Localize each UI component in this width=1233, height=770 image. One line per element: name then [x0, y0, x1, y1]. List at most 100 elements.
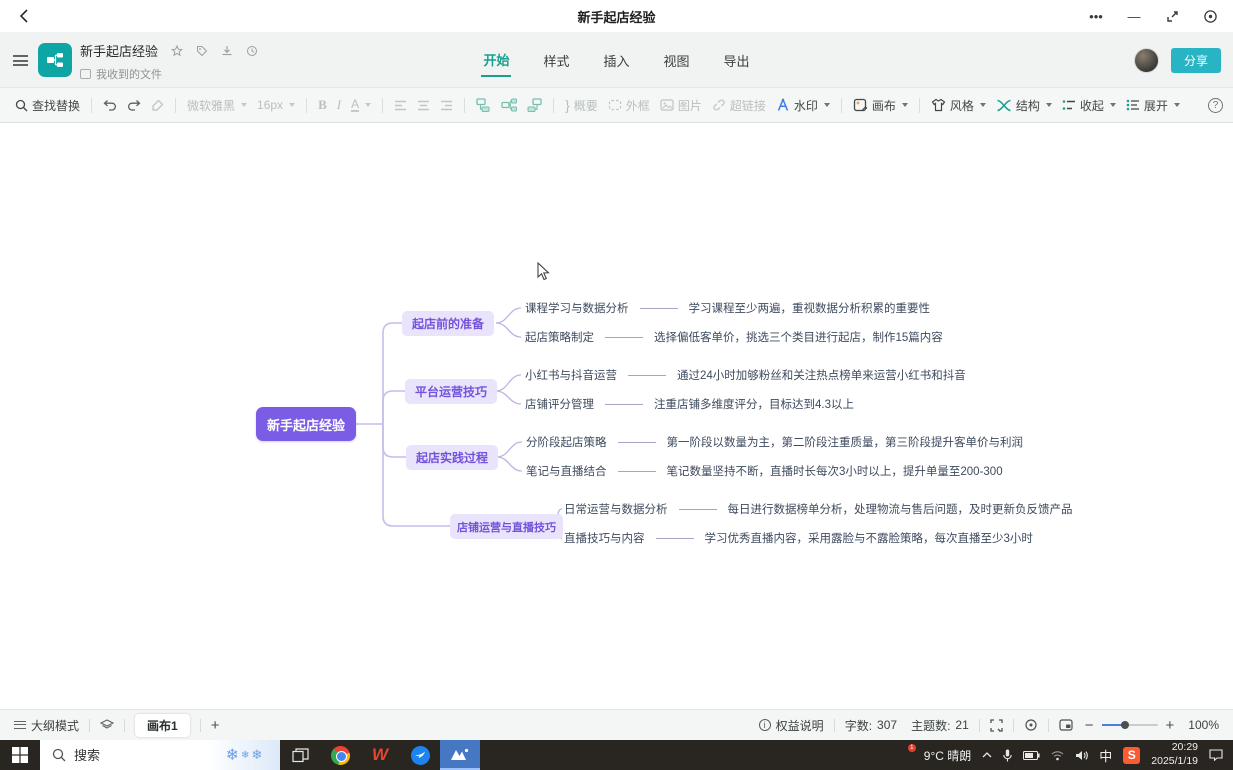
leaf-node[interactable]: 店铺评分管理 注重店铺多维度评分，目标达到4.3以上	[525, 396, 854, 412]
target-mode-icon[interactable]	[1201, 7, 1219, 25]
redo-button[interactable]	[122, 99, 146, 111]
image-button[interactable]: 图片	[655, 97, 707, 114]
tab-view[interactable]: 视图	[662, 45, 692, 76]
hyperlink-button[interactable]: 超链接	[707, 97, 771, 114]
locate-center-button[interactable]	[1024, 718, 1038, 732]
zoom-slider-knob[interactable]	[1121, 721, 1129, 729]
leaf-node[interactable]: 笔记与直播结合 笔记数量坚持不断，直播时长每次3小时以上，提升单量至200-30…	[526, 463, 1003, 479]
canvas-button[interactable]: 画布	[848, 97, 913, 114]
tab-style[interactable]: 样式	[541, 45, 571, 76]
layers-button[interactable]	[100, 719, 114, 731]
find-replace-button[interactable]: 查找替换	[10, 97, 85, 114]
rights-info-button[interactable]: i 权益说明	[759, 717, 824, 734]
format-painter-button[interactable]	[146, 99, 169, 112]
zoom-out-button[interactable]: −	[1085, 718, 1094, 733]
task-view-button[interactable]	[280, 740, 320, 770]
action-center-icon[interactable]	[1209, 749, 1223, 761]
chrome-app-button[interactable]	[320, 740, 360, 770]
leaf-node[interactable]: 课程学习与数据分析 学习课程至少两遍，重视数据分析积累的重要性	[525, 300, 930, 316]
structure-button[interactable]: 结构	[991, 97, 1057, 114]
insert-sibling-topic-button[interactable]	[471, 98, 496, 112]
outline-mode-button[interactable]: 大纲模式	[14, 717, 79, 734]
summary-button[interactable]: }概要	[560, 97, 603, 114]
tray-expand-chevron-icon[interactable]	[982, 752, 992, 758]
search-input[interactable]	[74, 748, 184, 763]
user-avatar[interactable]	[1134, 48, 1159, 73]
network-icon[interactable]	[1051, 750, 1064, 761]
fullscreen-button[interactable]	[990, 719, 1003, 732]
connector-line	[640, 308, 678, 309]
start-button[interactable]	[0, 740, 40, 770]
leaf-node[interactable]: 分阶段起店策略 第一阶段以数量为主，第二阶段注重质量，第三阶段提升客单价与利润	[526, 434, 1023, 450]
branch-node-practice[interactable]: 起店实践过程	[406, 445, 498, 470]
minimap-button[interactable]	[1059, 719, 1073, 731]
float-window-icon[interactable]	[1163, 7, 1181, 25]
chevron-down-icon	[365, 103, 371, 107]
leaf-node[interactable]: 起店策略制定 选择偏低客单价，挑选三个类目进行起店，制作15篇内容	[525, 329, 943, 345]
search-highlight-snowflakes: ❄❄❄	[208, 740, 280, 770]
weather-widget[interactable]: 1	[896, 747, 913, 764]
titlebar: 新手起店经验 ••• —	[0, 0, 1233, 32]
back-button[interactable]	[14, 6, 34, 26]
connector-line	[679, 509, 717, 510]
add-canvas-button[interactable]: +	[211, 718, 220, 733]
insert-child-icon	[501, 98, 517, 112]
watermark-button[interactable]: 水印	[771, 97, 835, 114]
branch-node-preparation[interactable]: 起店前的准备	[402, 311, 494, 336]
insert-child-topic-button[interactable]	[496, 98, 522, 112]
font-color-button[interactable]: A	[346, 98, 376, 113]
leaf-node[interactable]: 日常运营与数据分析 每日进行数据榜单分析，处理物流与售后问题，及时更新负反馈产品	[564, 501, 1073, 517]
connector-line	[618, 471, 656, 472]
canvas-tab-1[interactable]: 画布1	[135, 714, 190, 737]
speaker-icon[interactable]	[1075, 750, 1088, 761]
tab-export[interactable]: 导出	[722, 45, 752, 76]
collapse-button[interactable]: 收起	[1057, 97, 1121, 114]
ime-indicator[interactable]: 中	[1099, 746, 1112, 765]
leaf-node[interactable]: 直播技巧与内容 学习优秀直播内容，采用露脸与不露脸策略，每次直播至少3小时	[564, 530, 1033, 546]
wps-app-button[interactable]: W	[360, 740, 400, 770]
zoom-slider[interactable]	[1102, 724, 1158, 726]
canvas-icon	[853, 98, 868, 112]
watermark-icon	[776, 98, 790, 112]
branch-node-platform-ops[interactable]: 平台运营技巧	[405, 379, 497, 404]
align-center-button[interactable]	[412, 100, 435, 111]
statusbar: 大纲模式 画布1 + i 权益说明 字数:307 主题数:21	[0, 709, 1233, 740]
more-options-icon[interactable]: •••	[1087, 7, 1105, 25]
taskbar-search[interactable]: ❄❄❄	[40, 740, 280, 770]
undo-button[interactable]	[98, 99, 122, 111]
microphone-icon[interactable]	[1003, 749, 1012, 762]
boundary-button[interactable]: 外框	[603, 97, 655, 114]
fullscreen-icon	[990, 719, 1003, 732]
battery-icon[interactable]	[1023, 751, 1040, 760]
mindmap-app-button[interactable]	[440, 740, 480, 770]
italic-button[interactable]: I	[332, 97, 346, 113]
expand-button[interactable]: 展开	[1121, 97, 1185, 114]
leaf-node[interactable]: 小红书与抖音运营 通过24小时加够粉丝和关注热点榜单来运营小红书和抖音	[525, 367, 966, 383]
share-button[interactable]: 分享	[1171, 48, 1221, 73]
weather-text[interactable]: 9°C 晴朗	[924, 747, 971, 764]
chevron-down-icon	[1046, 103, 1052, 107]
align-left-button[interactable]	[389, 100, 412, 111]
taskbar-clock[interactable]: 20:29 2025/1/19	[1151, 741, 1198, 768]
font-size-select[interactable]: 16px	[252, 98, 300, 112]
font-family-select[interactable]: 微软雅黑	[182, 97, 252, 114]
mindmap-canvas[interactable]: 新手起店经验 起店前的准备 平台运营技巧 起店实践过程 店铺运营与直播技巧 课程…	[4, 124, 1229, 709]
bold-button[interactable]: B	[313, 97, 332, 113]
dingtalk-app-button[interactable]	[400, 740, 440, 770]
branch-node-store-live[interactable]: 店铺运营与直播技巧	[450, 514, 563, 539]
tab-start[interactable]: 开始	[481, 44, 511, 77]
zoom-in-button[interactable]: +	[1166, 718, 1175, 733]
insert-parent-topic-button[interactable]	[522, 98, 547, 112]
app-window: 新手起店经验 ••• — 新手起店经验	[0, 0, 1233, 770]
align-right-button[interactable]	[435, 100, 458, 111]
style-button[interactable]: 风格	[926, 97, 991, 114]
search-icon	[15, 99, 28, 112]
mindmap-root-node[interactable]: 新手起店经验	[256, 407, 356, 441]
chevron-down-icon	[241, 103, 247, 107]
tab-insert[interactable]: 插入	[601, 45, 631, 76]
minimize-icon[interactable]: —	[1125, 7, 1143, 25]
search-icon	[52, 748, 66, 762]
chevron-down-icon	[1174, 103, 1180, 107]
help-icon[interactable]: ?	[1208, 98, 1223, 113]
sogou-input-icon[interactable]: S	[1123, 747, 1140, 764]
